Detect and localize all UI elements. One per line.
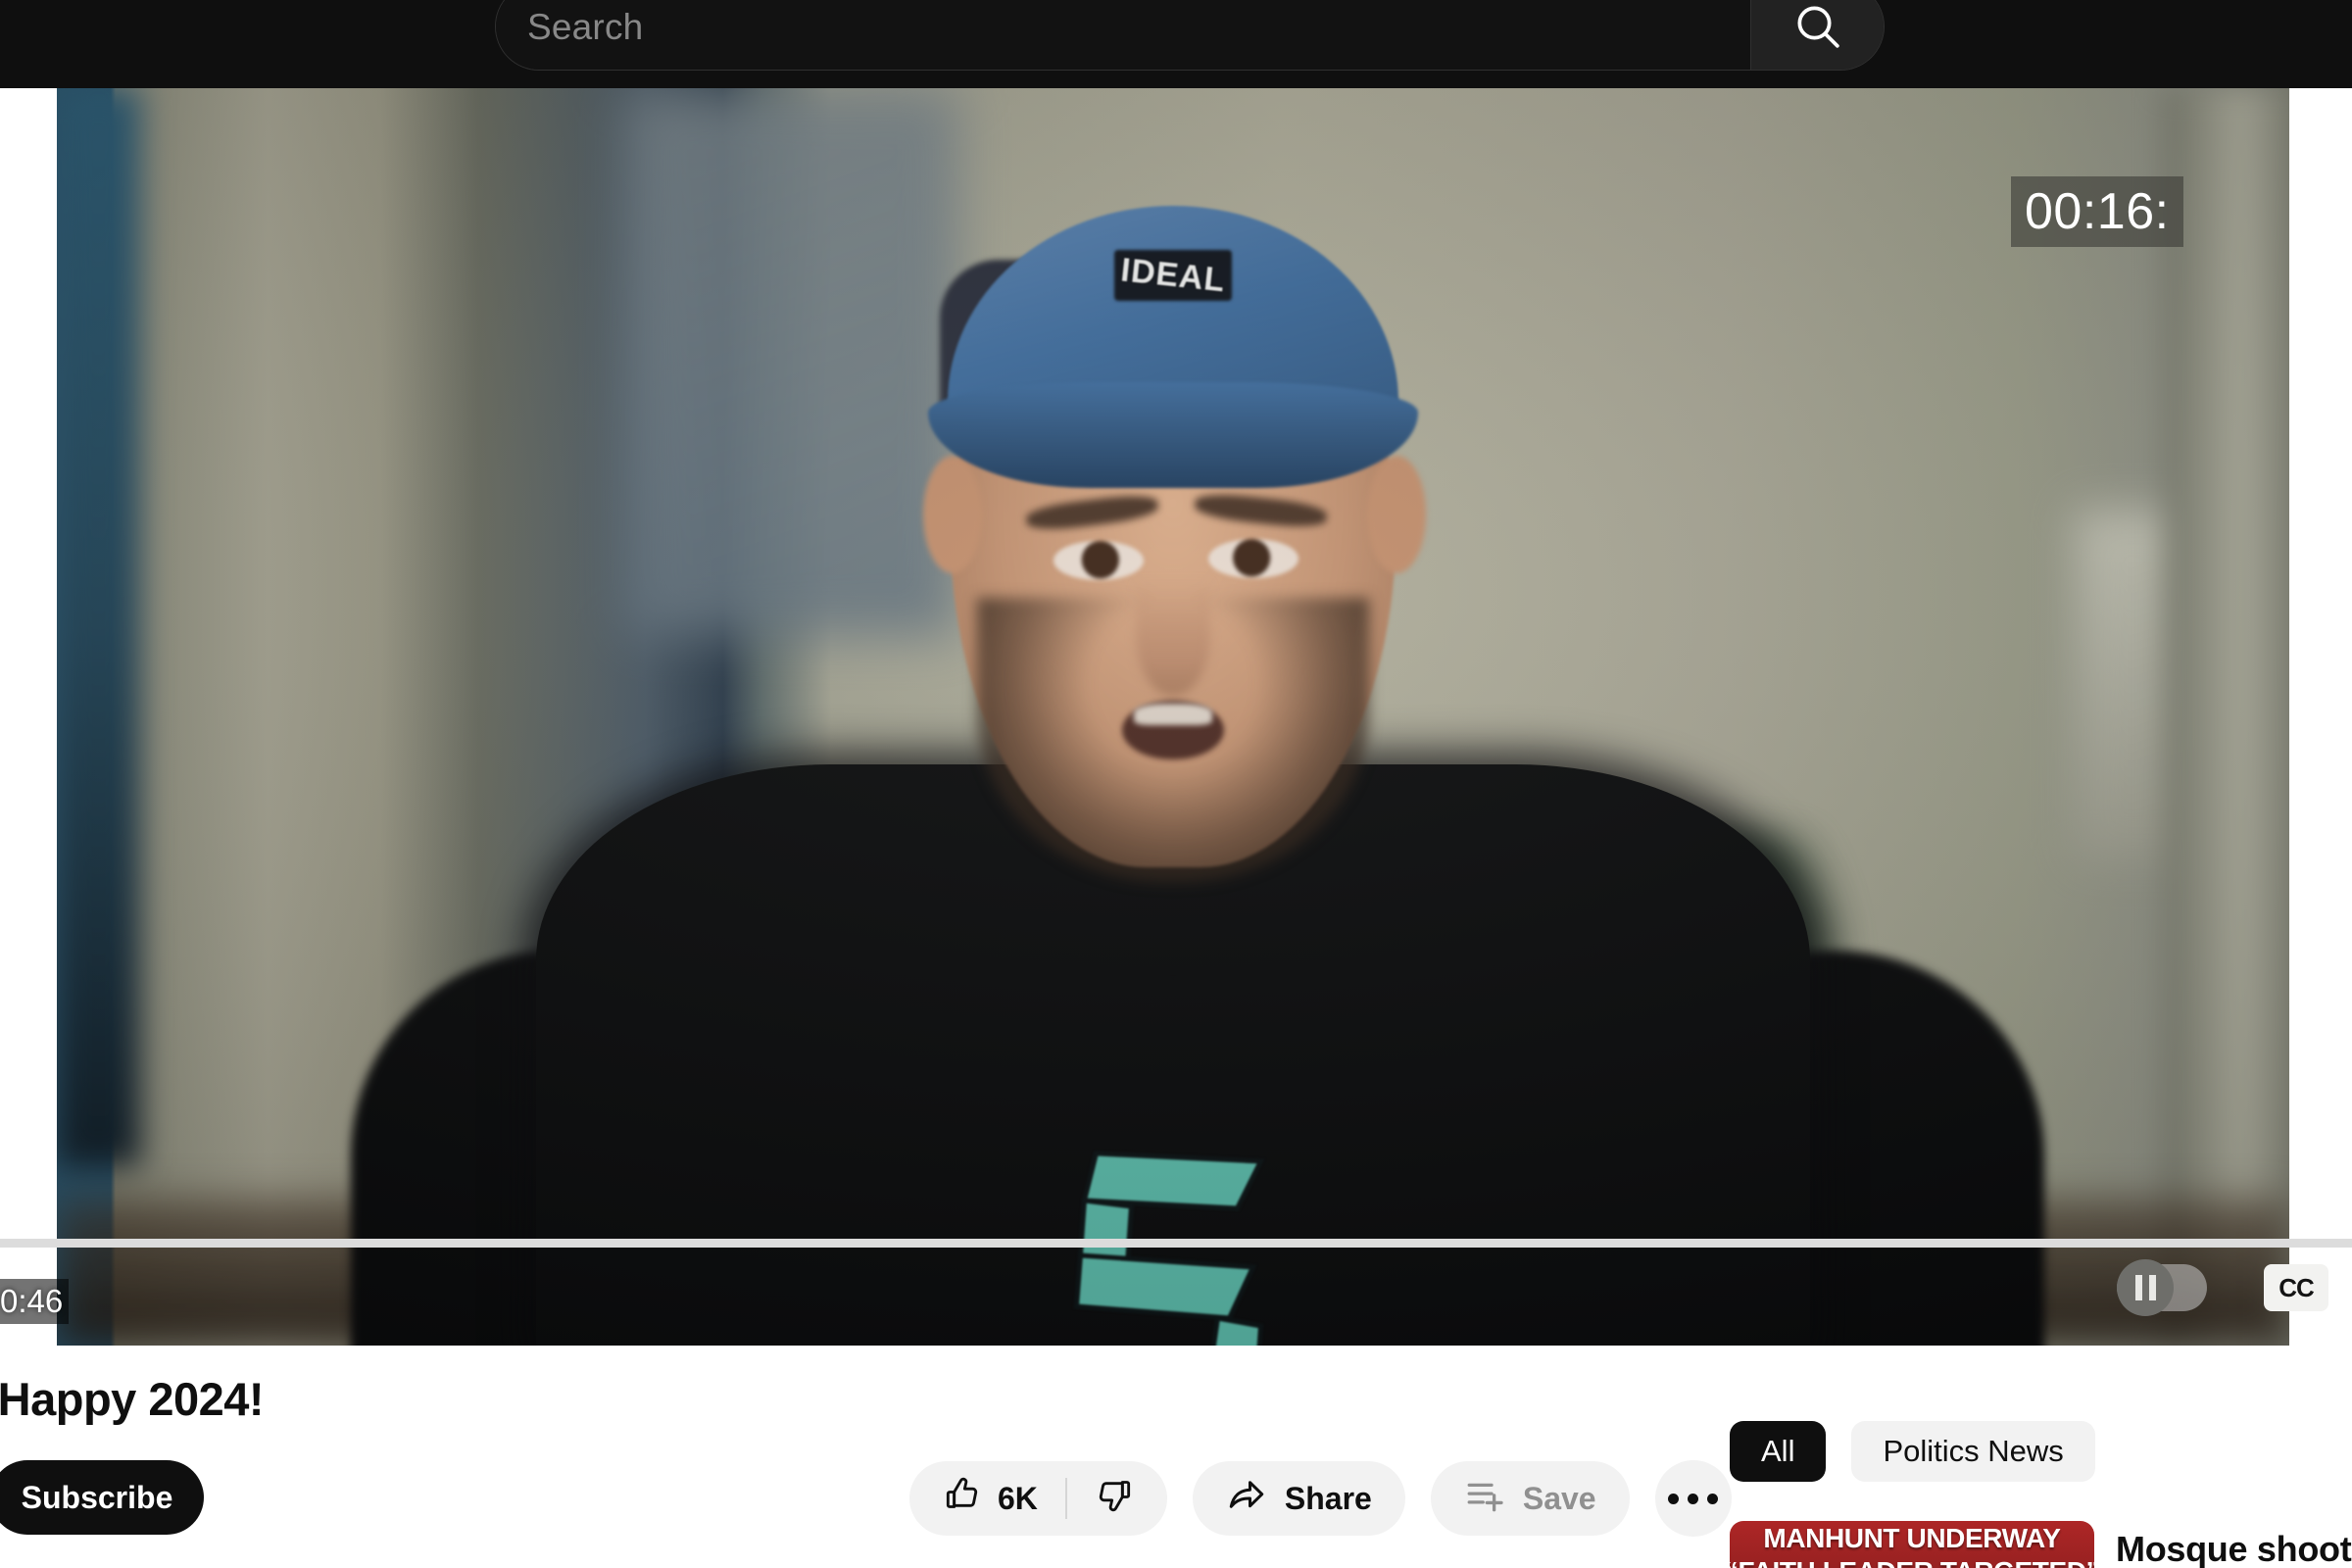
player-controls-right: CC <box>2117 1259 2328 1316</box>
save-playlist-icon <box>1464 1474 1505 1523</box>
search-icon <box>1790 0 1845 54</box>
thumbs-down-icon <box>1095 1475 1134 1522</box>
dislike-button[interactable] <box>1067 1475 1167 1522</box>
subscribe-button[interactable]: Subscribe <box>0 1460 204 1535</box>
scene-vignette <box>57 88 2289 1346</box>
captions-button[interactable]: CC <box>2264 1264 2328 1311</box>
video-timer-overlay: 00:16: <box>2011 176 2183 247</box>
filter-chip-bar: All Politics News <box>1730 1421 2095 1482</box>
share-arrow-icon <box>1226 1474 1267 1523</box>
video-player[interactable]: IDEAL <box>57 88 2289 1346</box>
filter-chip-label: All <box>1761 1434 1795 1468</box>
subscribe-label: Subscribe <box>21 1479 173 1515</box>
save-button[interactable]: Save <box>1430 1461 1630 1536</box>
search-placeholder: Search <box>527 6 644 47</box>
search-submit-button[interactable] <box>1750 0 1884 70</box>
save-label: Save <box>1522 1480 1596 1516</box>
search-bar[interactable]: Search <box>495 0 1885 71</box>
recommended-video-item[interactable]: MANHUNT UNDERWAY “FAITH LEADER TARGETED”… <box>1730 1521 2352 1568</box>
pause-toggle[interactable] <box>2117 1259 2207 1316</box>
captions-label: CC <box>2278 1272 2315 1302</box>
share-button[interactable]: Share <box>1192 1461 1405 1536</box>
progress-bar-played <box>0 1239 2352 1248</box>
top-bar: Search <box>0 0 2352 88</box>
progress-bar[interactable] <box>0 1239 2352 1248</box>
more-dot <box>1668 1493 1680 1504</box>
thumbs-up-icon <box>943 1475 982 1522</box>
like-button[interactable]: 6K <box>909 1475 1065 1522</box>
filter-chip-politics-news[interactable]: Politics News <box>1851 1421 2095 1482</box>
page-title: ncement Yet. Happy 2024! <box>0 1373 265 1425</box>
video-frame: IDEAL <box>57 88 2289 1346</box>
more-dot <box>1707 1493 1719 1504</box>
video-action-bar: 6K Share Save <box>909 1460 1732 1537</box>
search-input-container[interactable]: Search <box>496 0 1750 70</box>
like-count: 6K <box>998 1480 1038 1516</box>
share-label: Share <box>1284 1480 1372 1516</box>
recommended-video-thumbnail[interactable]: MANHUNT UNDERWAY “FAITH LEADER TARGETED” <box>1730 1521 2094 1568</box>
filter-chip-label: Politics News <box>1883 1434 2064 1468</box>
more-actions-button[interactable] <box>1654 1460 1732 1537</box>
like-dislike-group: 6K <box>909 1461 1167 1536</box>
recommended-video-title: Mosque shooting: <box>2116 1529 2352 1568</box>
thumbnail-headline-line1: MANHUNT UNDERWAY <box>1763 1523 2061 1553</box>
thumbnail-headline-line2: “FAITH LEADER TARGETED” <box>1730 1556 2094 1568</box>
current-time-label: 0:46 <box>0 1279 70 1324</box>
filter-chip-all[interactable]: All <box>1730 1421 1827 1482</box>
pause-icon <box>2117 1259 2174 1316</box>
more-dot <box>1688 1493 1699 1504</box>
page-root: Search 00:16: 0:46 CC Happy 2024! Subscr… <box>0 0 2352 1568</box>
